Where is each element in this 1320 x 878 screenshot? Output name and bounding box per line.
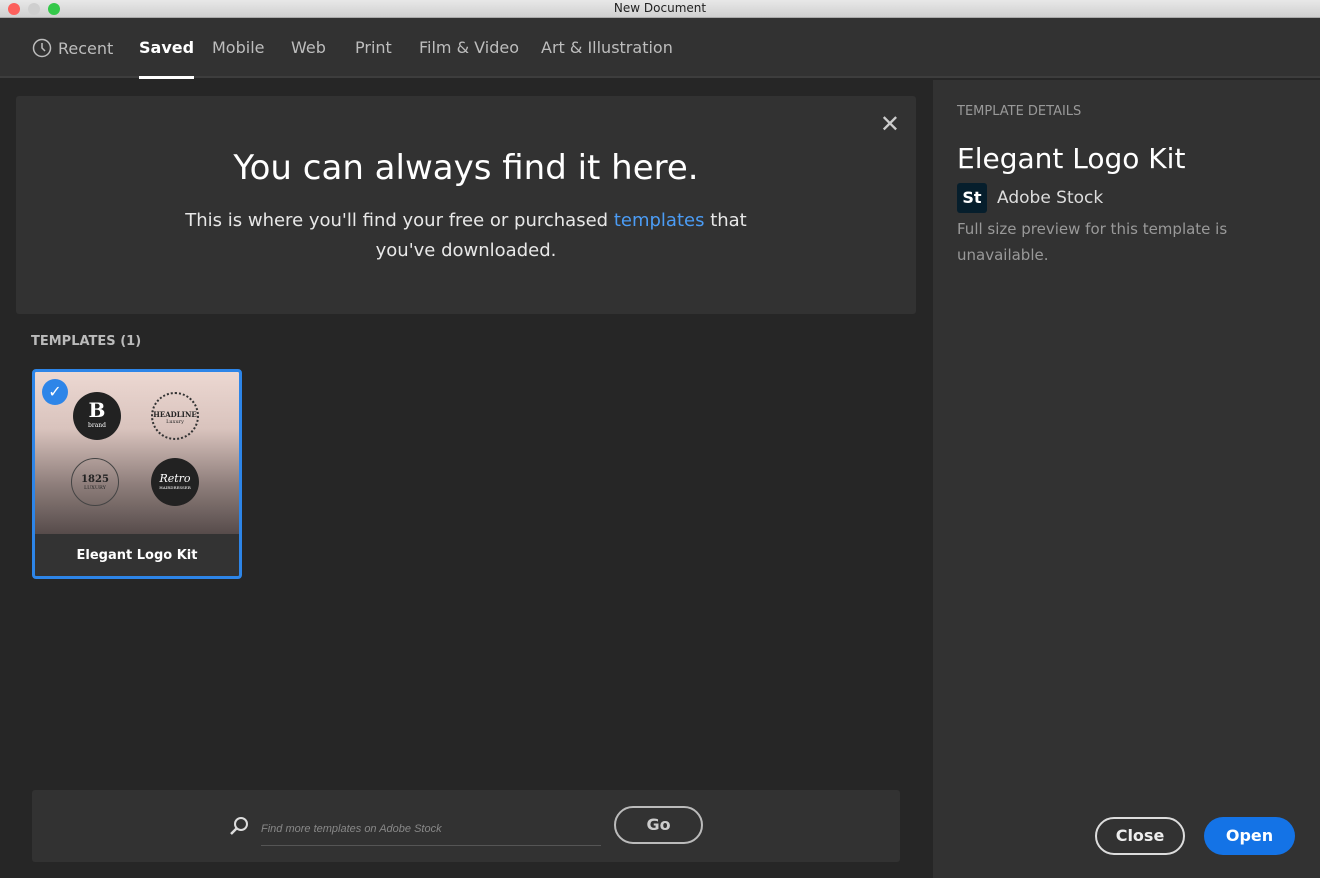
stock-search-input[interactable] <box>261 812 601 846</box>
clock-icon <box>32 38 52 58</box>
tab-film-video[interactable]: Film & Video <box>419 38 519 78</box>
zoom-window-button[interactable] <box>48 3 60 15</box>
details-heading: TEMPLATE DETAILS <box>957 104 1082 119</box>
template-name: Elegant Logo Kit <box>76 548 198 563</box>
banner-text: This is where you'll find your free or p… <box>185 210 747 261</box>
template-thumbnail: Bbrand HEADLINE Luxury 1825 LUXURY Retro HA… <box>35 372 239 534</box>
template-card[interactable]: Bbrand HEADLINE Luxury 1825 LUXURY Retro HA… <box>32 369 242 579</box>
banner-title: You can always find it here. <box>233 148 699 188</box>
saved-info-banner: ✕ You can always find it here. This is w… <box>16 96 916 314</box>
templates-link[interactable]: templates <box>614 210 705 231</box>
open-button[interactable]: Open <box>1204 817 1295 855</box>
logo-badge: 1825 LUXURY <box>71 458 119 506</box>
details-source: Adobe Stock <box>997 188 1104 208</box>
logo-badge: HEADLINE Luxury <box>151 392 199 440</box>
search-icon <box>230 817 248 835</box>
selected-check-icon: ✓ <box>42 379 68 405</box>
window-title: New Document <box>613 1 707 15</box>
tab-art-illustration[interactable]: Art & Illustration <box>541 38 673 78</box>
close-button[interactable]: Close <box>1095 817 1185 855</box>
close-banner-icon[interactable]: ✕ <box>880 110 900 138</box>
templates-heading: TEMPLATES (1) <box>31 334 142 349</box>
adobe-stock-icon: St <box>957 183 987 213</box>
stock-search-bar: Go <box>32 790 900 862</box>
details-title: Elegant Logo Kit <box>957 142 1186 175</box>
tab-recent[interactable]: Recent <box>32 38 113 78</box>
tab-mobile[interactable]: Mobile <box>212 38 264 78</box>
template-details-panel: TEMPLATE DETAILS Elegant Logo Kit St Ado… <box>933 80 1320 878</box>
category-tabs: Recent Saved Mobile Web Print Film & Vid… <box>0 18 1320 79</box>
tab-print[interactable]: Print <box>355 38 392 78</box>
tab-web[interactable]: Web <box>291 38 326 78</box>
tab-saved[interactable]: Saved <box>139 38 195 79</box>
minimize-window-button[interactable] <box>28 3 40 15</box>
details-description: Full size preview for this template is u… <box>957 220 1228 264</box>
close-window-button[interactable] <box>8 3 20 15</box>
logo-badge: Bbrand <box>73 392 121 440</box>
go-button[interactable]: Go <box>614 806 703 844</box>
window-titlebar: New Document <box>0 0 1320 18</box>
logo-badge: Retro HAIRDRESSER <box>151 458 199 506</box>
